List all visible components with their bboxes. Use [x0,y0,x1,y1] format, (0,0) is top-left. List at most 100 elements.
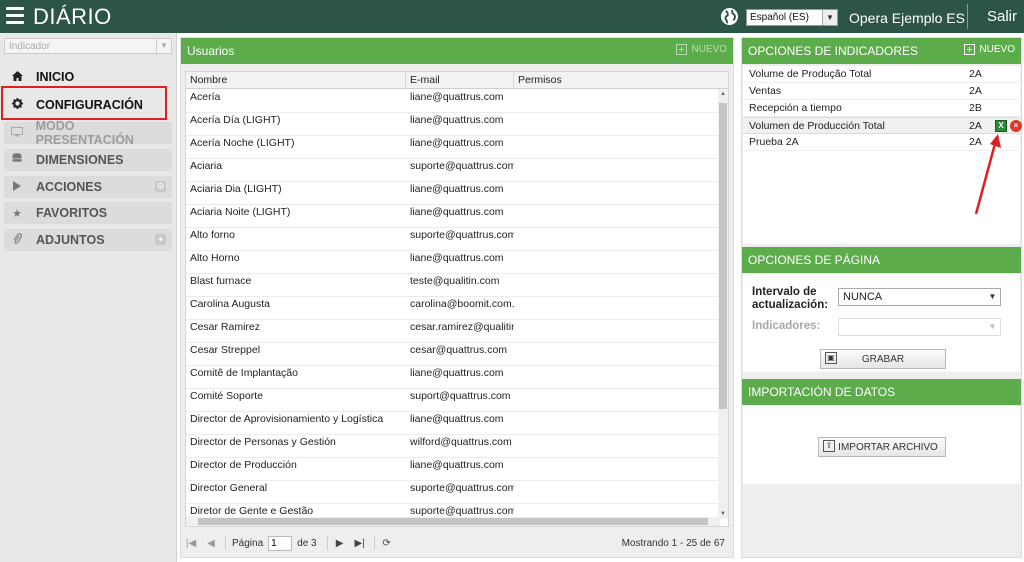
column-header-permisos[interactable]: Permisos [514,72,728,89]
delete-icon[interactable]: × [1010,120,1022,132]
sidebar-item-adjuntos[interactable]: ADJUNTOS + [4,229,172,251]
database-icon [10,153,24,167]
refresh-interval-value: NUNCA [843,291,883,303]
import-header: IMPORTACIÓN DE DATOS [742,379,1021,405]
user-name-cell: Carolina Augusta [190,298,270,310]
indicator-options-header: OPCIONES DE INDICADORES NUEVO [742,38,1021,64]
user-name-cell: Acería Día (LIGHT) [190,114,281,126]
users-panel-header: Usuarios NUEVO [181,38,733,64]
scrollbar-thumb[interactable] [198,518,708,525]
indicator-code: 2A [969,68,982,80]
users-table: Nombre E-mail Permisos Acería liane@quatt… [185,71,729,527]
save-icon: ▣ [825,352,837,364]
new-indicator-label: NUEVO [979,44,1015,55]
indicator-options-title: OPCIONES DE INDICADORES [748,44,919,58]
scrollbar-thumb[interactable] [719,103,727,409]
sidebar-item-label: FAVORITOS [36,206,108,220]
add-attachment-icon[interactable]: + [155,234,166,245]
new-user-button[interactable]: NUEVO [676,44,727,55]
save-button-label: GRABAR [861,353,905,365]
user-email-cell: liane@quattrus.com [410,114,504,126]
table-body: Acería liane@quattrus.com Acería Día (LIGH… [186,90,721,526]
excel-icon[interactable]: X [995,120,1007,132]
chevron-down-icon: ▼ [988,292,997,301]
interval-label-line: actualización: [752,299,829,311]
user-name-cell: Director de Producción [190,459,297,471]
list-item[interactable]: Volume de Produção Total 2A [743,66,1020,83]
refresh-interval-select[interactable]: NUNCA ▼ [838,288,1001,306]
user-email-cell: liane@quattrus.com [410,459,504,471]
sidebar-item-label: ACCIONES [36,180,102,194]
indicator-code: 2B [969,102,982,114]
paperclip-icon [10,232,24,248]
user-name-cell: Director de Personas y Gestión [190,436,336,448]
hamburger-menu-icon[interactable] [6,7,24,25]
import-file-button[interactable]: ⇪ IMPORTAR ARCHIVO [818,437,946,457]
save-button[interactable]: ▣ GRABAR [820,349,946,369]
sidebar-item-acciones[interactable]: ACCIONES ⚙ [4,176,172,198]
user-name-cell: Aciaria [190,160,223,172]
sidebar-item-label: DIMENSIONES [36,153,124,167]
user-email-cell: suporte@quattrus.com [410,229,514,241]
indicator-name: Volume de Produção Total [749,68,872,80]
plus-icon [676,44,688,55]
home-icon [10,70,24,84]
chevron-down-icon: ▼ [156,39,171,53]
import-title: IMPORTACIÓN DE DATOS [748,385,896,399]
user-email-cell: liane@quattrus.com [410,137,504,149]
pagination-bar: |◀ ◀ Página de 3 ▶ ▶| ⟳ Mostrando 1 - 25… [185,532,729,554]
user-email-cell: cesar.ramirez@qualitin... [410,321,514,333]
sidebar-item-dimensiones[interactable]: DIMENSIONES [4,149,172,171]
users-panel: Usuarios NUEVO Nombre E-mail Permisos Ac… [180,37,734,558]
interval-label: Intervalo de actualización: [752,286,828,312]
sidebar: Indicador ▼ INICIO CONFIGURACIÓN MODO PR… [0,33,177,562]
users-panel-title: Usuarios [187,44,235,58]
page-number-input[interactable] [268,535,293,551]
user-name-cell: Acería Noche (LIGHT) [190,137,295,149]
user-name-cell: Director General [190,482,268,494]
upload-icon: ⇪ [823,440,835,452]
records-summary: Mostrando 1 - 25 de 67 [621,537,725,549]
user-name-cell: Alto Horno [190,252,240,264]
indicator-select-placeholder: Indicador [9,41,51,52]
last-page-icon[interactable]: ▶| [354,538,366,549]
monitor-icon [10,126,24,140]
chevron-down-icon: ▼ [822,10,837,25]
list-item[interactable]: Recepción a tiempo 2B [743,100,1020,117]
user-name-cell: Comitê de Implantação [190,367,298,379]
language-select[interactable]: Español (ES) ▼ [746,9,838,26]
first-page-icon[interactable]: |◀ [185,538,197,549]
indicator-select[interactable]: Indicador ▼ [4,38,172,54]
indicator-code: 2A [969,120,982,132]
user-name-cell: Director de Aprovisionamiento y Logístic… [190,413,384,425]
plus-icon [964,44,976,55]
company-name: Opera Ejemplo ES [849,10,965,26]
sidebar-item-inicio[interactable]: INICIO [4,66,172,88]
user-name-cell: Alto forno [190,229,235,241]
new-indicator-button[interactable]: NUEVO [964,44,1015,55]
sidebar-item-modo-presentacion[interactable]: MODO PRESENTACIÓN [4,119,172,147]
logout-link[interactable]: Salir [987,8,1017,25]
vertical-scrollbar[interactable]: ▲ ▼ [718,89,728,519]
import-file-label: IMPORTAR ARCHIVO [838,441,938,453]
user-email-cell: suport@quattrus.com [410,390,511,402]
next-page-icon[interactable]: ▶ [334,538,346,549]
sidebar-item-favoritos[interactable]: ★ FAVORITOS [4,202,172,224]
user-email-cell: liane@quattrus.com [410,367,504,379]
page-total-label: de 3 [297,537,317,549]
indicator-name: Prueba 2A [749,136,799,148]
user-email-cell: carolina@boomit.com.br [410,298,514,310]
indicators-select[interactable]: ▼ [838,318,1001,336]
settings-badge-icon[interactable]: ⚙ [155,181,166,192]
horizontal-scrollbar[interactable] [186,517,720,526]
globe-icon [720,7,739,26]
divider [326,536,328,550]
sidebar-item-label: INICIO [36,70,75,84]
page-options-header: OPCIONES DE PÁGINA [742,247,1021,273]
prev-page-icon[interactable]: ◀ [205,538,217,549]
user-email-cell: teste@qualitin.com [410,275,500,287]
star-icon: ★ [12,207,22,220]
list-item[interactable]: Ventas 2A [743,83,1020,100]
scroll-up-icon[interactable]: ▲ [718,89,728,99]
refresh-icon[interactable]: ⟳ [381,538,393,549]
